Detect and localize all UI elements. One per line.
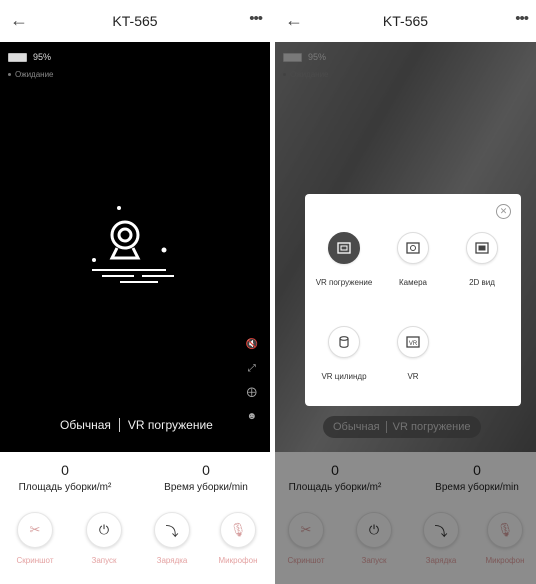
battery-percent: 95% [33, 52, 52, 62]
area-label: Площадь уборки/m² [18, 482, 112, 493]
view-mode-bar: Обычная VR погружение [60, 418, 213, 432]
phone-screen-2: ← KT-565 ••• 95% Ожидание Обычная VR пог… [275, 0, 536, 584]
more-options-icon[interactable]: ••• [515, 10, 529, 27]
time-stat: 0 Время уборки/min [150, 462, 262, 493]
option-vr-immersion[interactable]: VR погружение [309, 232, 379, 288]
option-camera[interactable]: Камера [378, 232, 448, 288]
screenshot-label: Скриншот [16, 556, 54, 565]
start-label: Запуск [91, 556, 117, 565]
mode-vr[interactable]: VR погружение [128, 418, 213, 432]
charge-button[interactable]: ⤵ Зарядка [139, 512, 205, 565]
mute-icon[interactable]: 🔇 [246, 338, 258, 352]
option-2d-view[interactable]: 2D вид [447, 232, 517, 288]
video-view[interactable]: 95% Ожидание 🔇 ⤢ ⨁ ☻ Обычная VR погружен… [0, 42, 270, 452]
app-bar-2: ← KT-565 ••• [275, 0, 536, 43]
status-dot-icon [8, 73, 11, 76]
stats-shade [275, 452, 536, 584]
2d-view-icon [466, 232, 498, 264]
charge-label: Зарядка [156, 556, 188, 565]
battery-icon [8, 52, 27, 62]
device-status: Ожидание [8, 70, 54, 79]
direction-control-icon[interactable]: ⨁ [247, 386, 257, 400]
area-stat: 0 Площадь уборки/m² [10, 462, 120, 493]
vr-immersion-icon [328, 232, 360, 264]
page-title-2: KT-565 [382, 13, 429, 29]
option-2d-view-label: 2D вид [469, 278, 495, 287]
close-icon[interactable]: ✕ [496, 204, 511, 219]
start-button[interactable]: ⏻ Запуск [71, 512, 137, 565]
status-text: Ожидание [15, 70, 54, 79]
option-vr-cylinder[interactable]: VR цилиндр [309, 326, 379, 382]
time-value: 0 [202, 462, 210, 478]
vr-icon: VR [397, 326, 429, 358]
stats-panel: 0 Площадь уборки/m² 0 Время уборки/min ✂… [0, 452, 270, 584]
side-toolbar: 🔇 ⤢ ⨁ ☻ [246, 338, 258, 424]
fullscreen-icon[interactable]: ⤢ [248, 362, 256, 376]
svg-text:VR: VR [409, 341, 418, 347]
microphone-icon: 🎙 [220, 512, 256, 548]
option-vr[interactable]: VR VR [378, 326, 448, 382]
battery-indicator: 95% [8, 52, 51, 62]
option-vr-immersion-label: VR погружение [315, 278, 373, 287]
time-label: Время уборки/min [164, 482, 248, 493]
view-mode-dialog: ✕ VR погружение Камера 2D вид VR цилиндр [305, 194, 521, 406]
scissors-icon: ✂ [17, 512, 53, 548]
mic-button[interactable]: 🎙 Микрофон [205, 512, 270, 565]
option-camera-label: Камера [399, 278, 427, 287]
user-icon[interactable]: ☻ [247, 410, 258, 424]
cylinder-icon [328, 326, 360, 358]
power-icon: ⏻ [86, 512, 122, 548]
phone-screen-1: ← KT-565 ••• 95% Ожидание 🔇 ⤢ ⨁ ☻ Обычна… [0, 0, 270, 584]
lightning-icon: ⤵ [154, 512, 190, 548]
area-value: 0 [61, 462, 69, 478]
mic-label: Микрофон [218, 556, 258, 565]
option-vr-cylinder-label: VR цилиндр [321, 372, 367, 381]
option-vr-label: VR [407, 372, 419, 381]
app-bar: ← KT-565 ••• [0, 0, 270, 43]
page-title: KT-565 [112, 13, 158, 29]
camera-icon [397, 232, 429, 264]
more-options-icon[interactable]: ••• [249, 10, 263, 27]
mode-normal[interactable]: Обычная [60, 418, 111, 432]
webcam-placeholder-icon [92, 206, 174, 283]
screenshot-button[interactable]: ✂ Скриншот [2, 512, 68, 565]
mode-separator [118, 418, 120, 432]
